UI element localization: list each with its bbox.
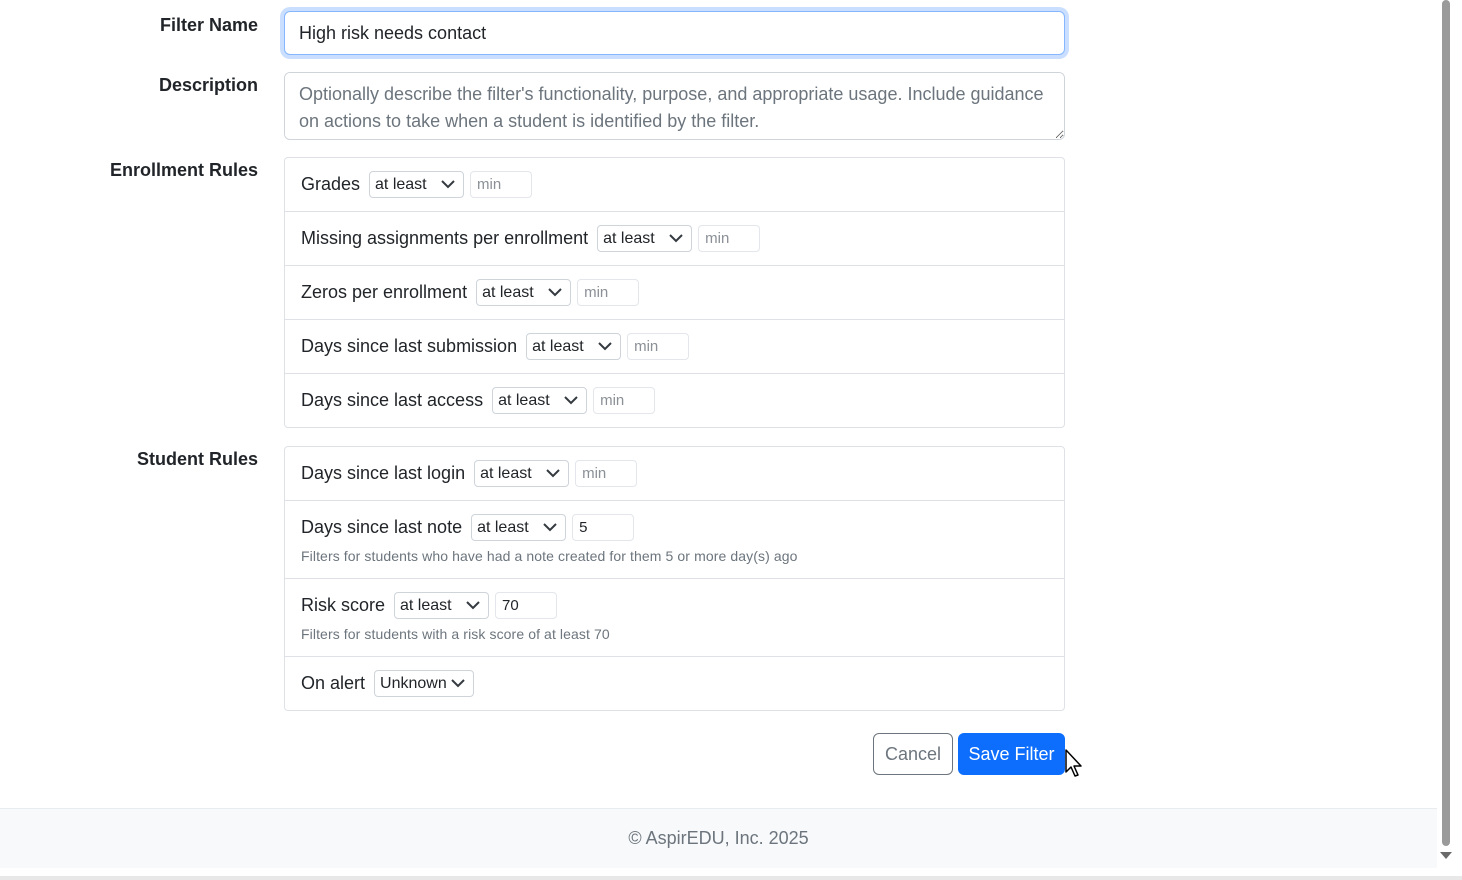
operator-value: at least <box>375 175 427 193</box>
enrollment-rule-missing-assignments: Missing assignments per enrollment at le… <box>285 212 1064 266</box>
rule-help-text: Filters for students who have had a note… <box>301 548 798 564</box>
value-input[interactable]: 70 <box>495 592 558 619</box>
operator-select[interactable]: at least <box>394 592 490 619</box>
operator-select[interactable]: at least <box>476 279 572 306</box>
rule-label: Missing assignments per enrollment <box>301 228 589 248</box>
description-label: Description <box>158 75 258 95</box>
chevron-down-icon <box>669 233 683 242</box>
operator-value: at least <box>498 391 550 409</box>
chevron-down-icon <box>564 395 578 404</box>
student-rules-label: Student Rules <box>136 449 258 469</box>
rule-label: Days since last access <box>301 390 484 410</box>
chevron-down-icon <box>543 522 557 531</box>
operator-select[interactable]: at least <box>597 225 693 252</box>
chevron-down-icon <box>548 287 562 296</box>
on-alert-value: Unknown <box>380 674 447 692</box>
chevron-down-icon <box>466 600 480 609</box>
student-rule-risk-score: Risk score at least 70 Filters for stude… <box>285 579 1064 657</box>
operator-select[interactable]: at least <box>369 171 465 198</box>
window-bottom-edge <box>0 876 1462 880</box>
operator-select[interactable]: at least <box>526 333 622 360</box>
rule-label: Days since last note <box>301 517 463 537</box>
description-textarea[interactable] <box>284 72 1065 140</box>
enrollment-rule-zeros: Zeros per enrollment at least min <box>285 266 1064 320</box>
rule-label: Days since last submission <box>301 336 518 356</box>
copyright-text: © AspirEDU, Inc. 2025 <box>628 828 809 848</box>
min-value-input[interactable]: min <box>627 333 690 360</box>
student-rule-last-login: Days since last login at least min <box>285 447 1064 501</box>
chevron-down-icon <box>451 678 465 687</box>
rule-label: Risk score <box>301 595 386 615</box>
operator-value: at least <box>482 283 534 301</box>
operator-value: at least <box>477 518 529 536</box>
rule-help-text: Filters for students with a risk score o… <box>301 626 610 642</box>
min-value-input[interactable]: min <box>577 279 640 306</box>
student-rules-box: Days since last login at least min Days … <box>284 446 1065 711</box>
min-value-input[interactable]: min <box>698 225 761 252</box>
filter-name-label: Filter Name <box>159 15 258 35</box>
operator-value: at least <box>480 464 532 482</box>
chevron-down-icon <box>441 179 455 188</box>
save-filter-button[interactable]: Save Filter <box>958 733 1065 775</box>
min-value-input[interactable]: min <box>470 171 533 198</box>
cancel-button[interactable]: Cancel <box>873 733 953 775</box>
scrollbar-thumb[interactable] <box>1442 0 1450 846</box>
page-footer: © AspirEDU, Inc. 2025 <box>0 808 1437 868</box>
enrollment-rules-box: Grades at least min Missing assignments … <box>284 157 1065 428</box>
enrollment-rule-grades: Grades at least min <box>285 158 1064 212</box>
vertical-scrollbar[interactable] <box>1437 0 1462 876</box>
min-value-input[interactable]: min <box>593 387 656 414</box>
operator-select[interactable]: at least <box>474 460 570 487</box>
rule-label: On alert <box>301 673 366 693</box>
operator-select[interactable]: at least <box>492 387 588 414</box>
scroll-down-arrow-icon[interactable] <box>1440 852 1452 859</box>
operator-value: at least <box>603 229 655 247</box>
cursor-arrow-icon <box>1065 749 1082 777</box>
chevron-down-icon <box>598 341 612 350</box>
filter-editor-page: Filter Name Description Enrollment Rules… <box>0 0 1462 880</box>
operator-value: at least <box>532 337 584 355</box>
enrollment-rule-last-access: Days since last access at least min <box>285 374 1064 427</box>
min-value-input[interactable]: min <box>575 460 638 487</box>
operator-select[interactable]: at least <box>471 514 567 541</box>
student-rule-on-alert: On alert Unknown <box>285 657 1064 710</box>
on-alert-select[interactable]: Unknown <box>374 670 475 697</box>
value-input[interactable]: 5 <box>572 514 635 541</box>
rule-label: Days since last login <box>301 463 466 483</box>
student-rule-last-note: Days since last note at least 5 Filters … <box>285 501 1064 579</box>
rule-label: Grades <box>301 174 361 194</box>
enrollment-rules-label: Enrollment Rules <box>109 160 258 180</box>
operator-value: at least <box>400 596 452 614</box>
chevron-down-icon <box>546 468 560 477</box>
filter-name-input[interactable] <box>284 11 1065 55</box>
rule-label: Zeros per enrollment <box>301 282 468 302</box>
enrollment-rule-last-submission: Days since last submission at least min <box>285 320 1064 374</box>
